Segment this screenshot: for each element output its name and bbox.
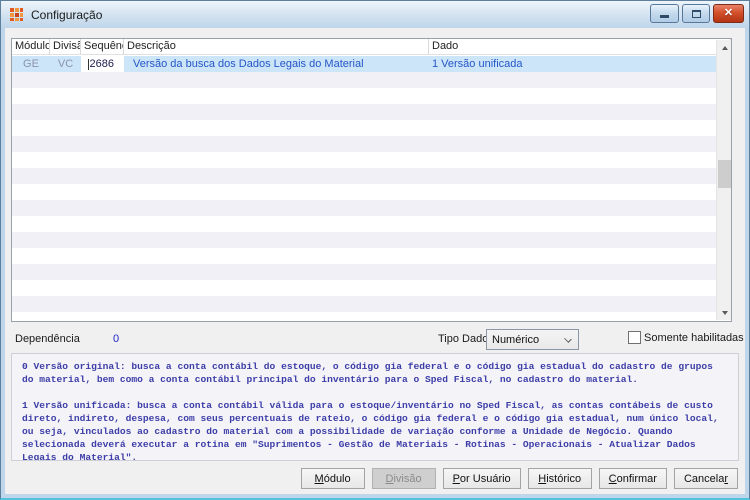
- cancelar-button[interactable]: Cancelar: [673, 468, 738, 489]
- cell-divisao: VC: [57, 58, 74, 70]
- app-grid-icon: [9, 7, 24, 22]
- cell-descricao: Versão da busca dos Dados Legais do Mate…: [133, 58, 364, 70]
- confirmar-button[interactable]: Confirmar: [598, 468, 667, 489]
- scroll-down-arrow-icon: [721, 310, 728, 315]
- vertical-scrollbar[interactable]: [716, 40, 731, 320]
- scrollbar-thumb[interactable]: [718, 160, 731, 188]
- column-header-dado[interactable]: Dado: [429, 39, 731, 54]
- scroll-down-button[interactable]: [717, 305, 732, 320]
- maximize-icon: [691, 9, 701, 18]
- divisao-button: Divisão: [371, 468, 436, 489]
- titlebar[interactable]: Configuração ✕: [1, 1, 749, 28]
- configuration-grid: Módulo Divisão Sequência Descrição Dado …: [11, 38, 732, 322]
- tipo-dado-selected-value: Numérico: [492, 333, 540, 346]
- column-header-divisao[interactable]: Divisão: [50, 39, 81, 54]
- details-bar: Dependência 0 Tipo Dado Numérico Somente…: [5, 329, 745, 350]
- somente-habilitadas-label: Somente habilitadas: [644, 331, 744, 344]
- column-header-descricao[interactable]: Descrição: [124, 39, 429, 54]
- cell-dado: 1 Versão unificada: [432, 58, 523, 70]
- tipo-dado-dropdown[interactable]: Numérico: [486, 329, 579, 350]
- window-controls: ✕: [650, 4, 744, 23]
- description-panel: 0 Versão original: busca a conta contábi…: [11, 353, 739, 461]
- close-icon: ✕: [723, 7, 734, 19]
- por-usuario-button[interactable]: Por Usuário: [442, 468, 521, 489]
- minimize-button[interactable]: [650, 4, 679, 23]
- cell-sequencia-editor[interactable]: 2686: [81, 56, 124, 72]
- dialog-client-area: Módulo Divisão Sequência Descrição Dado …: [5, 28, 745, 494]
- dependencia-value: 0: [113, 333, 120, 345]
- chevron-down-icon: [564, 335, 572, 343]
- scroll-up-button[interactable]: [717, 40, 732, 55]
- table-row-selected[interactable]: GE VC 2686 Versão da busca dos Dados Leg…: [12, 56, 716, 72]
- tipo-dado-label: Tipo Dado: [438, 333, 489, 345]
- window-title: Configuração: [31, 7, 103, 22]
- grid-header-row: Módulo Divisão Sequência Descrição Dado: [12, 39, 731, 55]
- maximize-button[interactable]: [682, 4, 710, 23]
- modulo-button[interactable]: Módulo: [300, 468, 365, 489]
- column-header-modulo[interactable]: Módulo: [12, 39, 50, 54]
- grid-body[interactable]: GE VC 2686 Versão da busca dos Dados Leg…: [12, 56, 716, 321]
- column-header-sequencia[interactable]: Sequência: [81, 39, 124, 54]
- text-caret: [87, 58, 89, 70]
- dependencia-label: Dependência: [15, 333, 80, 345]
- cell-modulo: GE: [23, 58, 39, 70]
- configuration-window: Configuração ✕ Módulo Divisão Sequência …: [0, 0, 750, 500]
- button-bar: Módulo Divisão Por Usuário Histórico Con…: [5, 468, 738, 490]
- historico-button[interactable]: Histórico: [527, 468, 592, 489]
- description-paragraph-0: 0 Versão original: busca a conta contábi…: [22, 361, 713, 385]
- close-button[interactable]: ✕: [713, 4, 744, 23]
- sequencia-value: 2686: [89, 58, 114, 70]
- somente-habilitadas-option[interactable]: Somente habilitadas: [628, 331, 744, 344]
- minimize-icon: [660, 15, 669, 18]
- description-paragraph-1: 1 Versão unificada: busca a conta contáb…: [22, 400, 719, 461]
- scroll-up-arrow-icon: [721, 45, 728, 50]
- somente-habilitadas-checkbox[interactable]: [628, 331, 641, 344]
